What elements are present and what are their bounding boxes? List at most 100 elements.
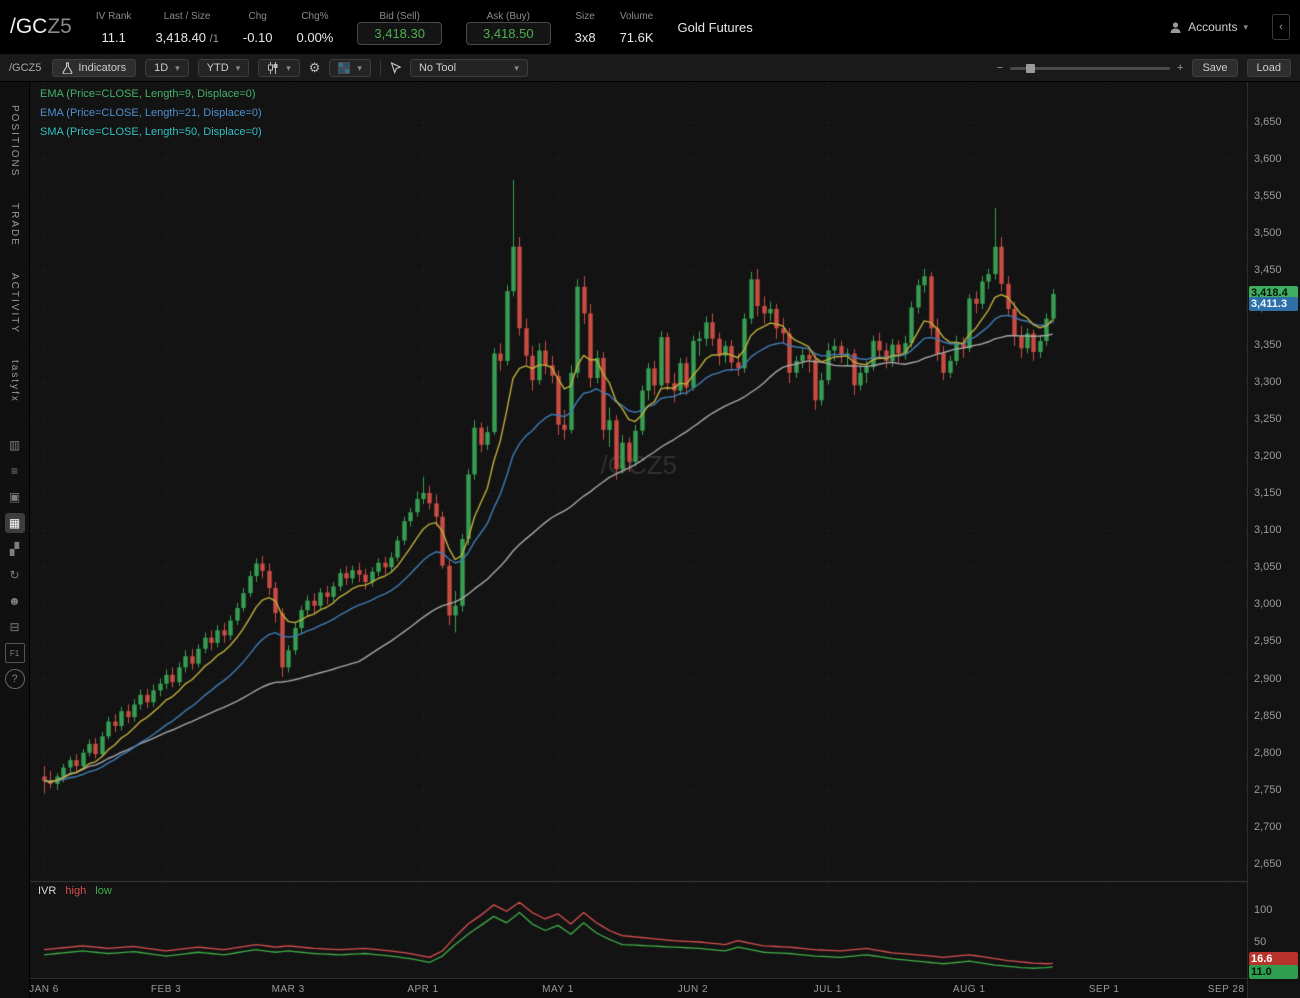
left-sidebar: POSITIONS TRADE ACTIVITY tastyfx ▥ ≡ ▣ ▦ ▞ ↻ ☻…: [0, 82, 30, 998]
price-tick-label: 3,350: [1254, 339, 1282, 351]
chevron-down-icon: ▾: [175, 63, 180, 74]
price-tick-label: 3,650: [1254, 116, 1282, 128]
zoom-slider[interactable]: [1010, 67, 1170, 70]
chart-icon[interactable]: ▦: [5, 513, 25, 533]
ask-label: Ask (Buy): [487, 11, 530, 22]
chevron-down-icon: ▾: [514, 63, 519, 74]
chg-value: -0.10: [243, 30, 273, 45]
save-button[interactable]: Save: [1192, 59, 1237, 77]
date-tick-label: MAY 1: [542, 984, 574, 995]
zoom-out-button[interactable]: −: [997, 62, 1003, 74]
last-price-value: 3,418.40 /1: [155, 30, 218, 45]
zoom-slider-handle[interactable]: [1026, 64, 1035, 73]
date-tick-label: APR 1: [407, 984, 438, 995]
markets-icon[interactable]: ▥: [5, 435, 25, 455]
price-tick-label: 3,200: [1254, 450, 1282, 462]
sidebar-icon-stack: ▥ ≡ ▣ ▦ ▞ ↻ ☻ ⊟ F1?: [5, 432, 25, 692]
size-value: 3x8: [575, 30, 596, 45]
date-tick-label: JAN 6: [29, 984, 59, 995]
date-tick-label: FEB 3: [151, 984, 181, 995]
quote-bar: /GCZ5 IV Rank 11.1 Last / Size 3,418.40 …: [0, 0, 1300, 55]
person-icon: [1169, 21, 1182, 34]
price-axis[interactable]: 3,6503,6003,5503,5003,4503,4003,3503,300…: [1247, 82, 1300, 998]
journal-icon[interactable]: ⊟: [5, 617, 25, 637]
price-tick-label: 3,100: [1254, 524, 1282, 536]
cursor-icon: [390, 62, 401, 74]
ivr-current-tag: 16.6: [1249, 952, 1298, 966]
timeframe-value: 1D: [154, 62, 168, 74]
iv-rank-label: IV Rank: [96, 11, 132, 22]
date-tick-label: MAR 3: [272, 984, 305, 995]
symbol-title: /GCZ5: [10, 15, 72, 39]
last-size-value: /1: [210, 33, 219, 45]
chg-field: Chg -0.10: [243, 9, 273, 45]
chg-pct-value: 0.00%: [297, 30, 334, 45]
sidebar-tab-positions[interactable]: POSITIONS: [9, 92, 20, 190]
cursor-tool-button[interactable]: [390, 62, 401, 74]
bid-label: Bid (Sell): [379, 11, 420, 22]
indicators-button[interactable]: Indicators: [52, 59, 136, 77]
f1-key-icon[interactable]: F1: [5, 643, 25, 663]
chg-pct-field: Chg% 0.00%: [297, 9, 334, 45]
collapse-panel-button[interactable]: ‹: [1272, 14, 1290, 40]
price-tick-label: 3,150: [1254, 487, 1282, 499]
size-field: Size 3x8: [575, 9, 596, 45]
layout-grid-icon: [338, 62, 350, 74]
ask-button[interactable]: 3,418.50: [466, 22, 551, 45]
price-tick-label: 2,800: [1254, 747, 1282, 759]
accounts-label: Accounts: [1188, 20, 1237, 34]
chart-settings-button[interactable]: ⚙: [309, 60, 321, 76]
chart-type-dropdown[interactable]: ▾: [258, 59, 300, 77]
watchlist-icon[interactable]: ≡: [5, 461, 25, 481]
follow-icon[interactable]: ☻: [5, 591, 25, 611]
ivr-tick-label: 100: [1254, 904, 1272, 916]
zoom-in-button[interactable]: +: [1177, 62, 1183, 74]
price-tick-label: 2,850: [1254, 710, 1282, 722]
ivr-current-tag: 11.0: [1249, 965, 1298, 979]
product-icon[interactable]: ▣: [5, 487, 25, 507]
chg-pct-label: Chg%: [301, 11, 328, 22]
price-tick-label: 2,650: [1254, 858, 1282, 870]
chevron-down-icon: ▾: [1243, 22, 1248, 33]
sidebar-tab-tastyfx[interactable]: tastyfx: [9, 347, 20, 416]
trading-app: /GCZ5 IV Rank 11.1 Last / Size 3,418.40 …: [0, 0, 1300, 998]
replay-icon[interactable]: ↻: [5, 565, 25, 585]
iv-rank-field: IV Rank 11.1: [96, 9, 132, 45]
current-price-tag: 3,411.3: [1249, 297, 1298, 311]
price-tick-label: 3,000: [1254, 598, 1282, 610]
price-tick-label: 2,750: [1254, 784, 1282, 796]
help-icon[interactable]: ?: [5, 669, 25, 689]
bid-field: Bid (Sell) 3,418.30: [357, 9, 442, 45]
date-tick-label: AUG 1: [953, 984, 986, 995]
sidebar-tab-trade[interactable]: TRADE: [9, 190, 20, 260]
price-tick-label: 3,500: [1254, 227, 1282, 239]
chevron-down-icon: ▾: [236, 63, 241, 74]
instrument-description: Gold Futures: [678, 20, 753, 35]
price-chart-canvas[interactable]: [30, 82, 1247, 978]
date-tick-label: SEP 28: [1208, 984, 1245, 995]
price-tick-label: 2,700: [1254, 821, 1282, 833]
chg-label: Chg: [249, 11, 267, 22]
timeframe-dropdown[interactable]: 1D ▾: [145, 59, 189, 77]
drawing-tool-dropdown[interactable]: No Tool ▾: [410, 59, 528, 77]
sidebar-tab-activity[interactable]: ACTIVITY: [9, 260, 20, 347]
date-axis: JAN 6FEB 3MAR 3APR 1MAY 1JUN 2JUL 1AUG 1…: [30, 978, 1247, 998]
chart-panel: EMA (Price=CLOSE, Length=9, Displace=0) …: [30, 82, 1247, 998]
price-tick-label: 3,600: [1254, 153, 1282, 165]
date-tick-label: SEP 1: [1089, 984, 1120, 995]
drawing-tool-value: No Tool: [419, 62, 456, 74]
accounts-menu[interactable]: Accounts ▾: [1169, 20, 1248, 34]
chevron-down-icon: ▾: [286, 63, 291, 74]
ivr-tick-label: 50: [1254, 936, 1266, 948]
chevron-left-icon: ‹: [1279, 21, 1283, 33]
chevron-down-icon: ▾: [357, 63, 362, 74]
size-label: Size: [575, 11, 594, 22]
price-tick-label: 3,250: [1254, 413, 1282, 425]
range-dropdown[interactable]: YTD ▾: [198, 59, 250, 77]
last-size-field: Last / Size 3,418.40 /1: [155, 9, 218, 45]
range-value: YTD: [207, 62, 229, 74]
grid-icon[interactable]: ▞: [5, 539, 25, 559]
load-button[interactable]: Load: [1247, 59, 1291, 77]
layout-grid-dropdown[interactable]: ▾: [329, 59, 371, 77]
bid-button[interactable]: 3,418.30: [357, 22, 442, 45]
